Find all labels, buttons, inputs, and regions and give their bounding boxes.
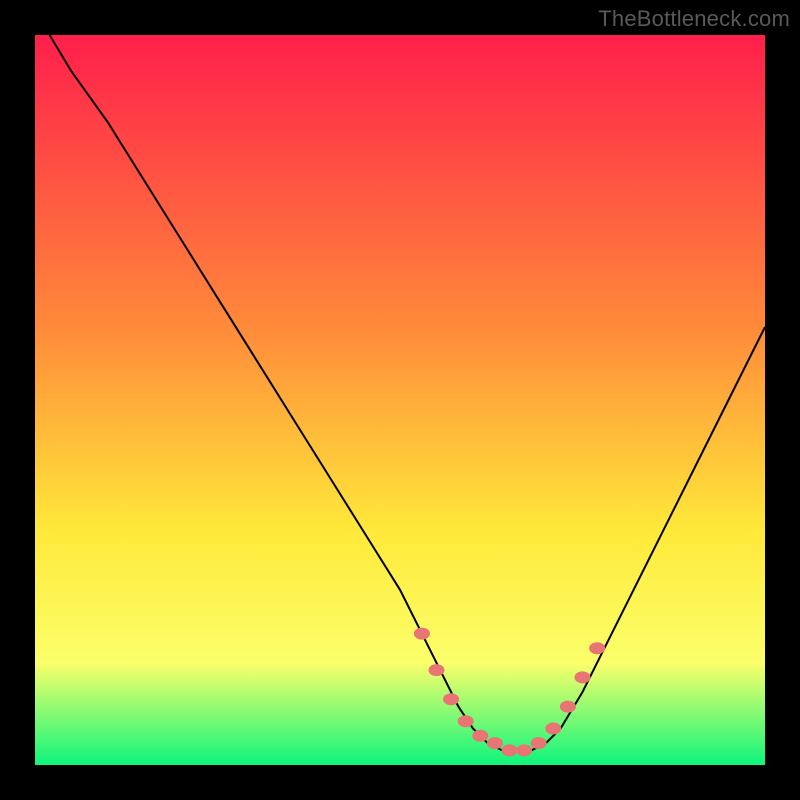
highlight-marker <box>458 715 474 727</box>
highlight-marker <box>545 723 561 735</box>
highlight-marker <box>472 730 488 742</box>
highlight-marker <box>429 664 445 676</box>
highlight-marker <box>414 628 430 640</box>
highlight-marker <box>575 671 591 683</box>
highlight-marker <box>443 693 459 705</box>
highlight-marker <box>560 701 576 713</box>
highlight-marker <box>502 744 518 756</box>
highlight-marker <box>589 642 605 654</box>
highlight-marker <box>516 744 532 756</box>
highlight-marker <box>487 737 503 749</box>
plot-background <box>35 35 765 765</box>
highlight-marker <box>531 737 547 749</box>
chart-stage: TheBottleneck.com <box>0 0 800 800</box>
chart-svg <box>0 0 800 800</box>
